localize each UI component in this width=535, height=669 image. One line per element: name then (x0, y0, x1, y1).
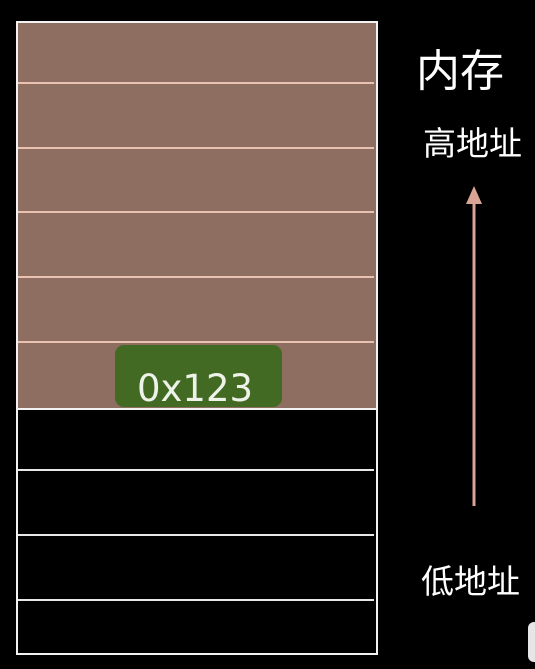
memory-block: 0x123 (16, 21, 378, 655)
corner-fragment (528, 622, 535, 662)
address-cell-highlight: 0x123 (115, 345, 282, 407)
arrow-up-icon (466, 186, 482, 506)
allocated-region: 0x123 (18, 23, 376, 410)
cell-divider (18, 82, 374, 84)
low-address-label: 低地址 (421, 562, 520, 601)
high-address-label: 高地址 (423, 124, 522, 163)
cell-divider (18, 147, 374, 149)
cell-divider (18, 341, 374, 343)
address-value: 0x123 (137, 367, 254, 407)
cell-divider (18, 599, 374, 601)
memory-title: 内存 (416, 46, 504, 97)
cell-divider (18, 534, 374, 536)
cell-divider (18, 276, 374, 278)
cell-divider (18, 469, 374, 471)
cell-divider (18, 211, 374, 213)
